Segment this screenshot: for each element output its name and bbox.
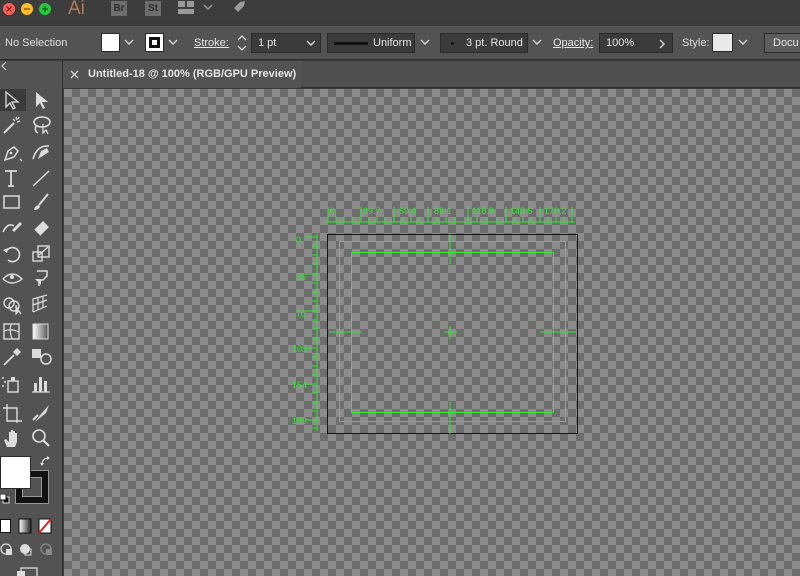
opacity-field[interactable]: 100%	[599, 33, 673, 53]
width-tool-icon[interactable]	[0, 267, 26, 289]
stroke-weight-chevron-icon[interactable]	[306, 40, 316, 48]
ruler-top-label: 59.4	[399, 206, 417, 216]
ruler-left-label: 154	[292, 380, 307, 390]
document-tab-bar: Untitled-18 @ 100% (RGB/GPU Preview)	[63, 61, 800, 88]
mesh-tool-icon[interactable]	[0, 320, 26, 342]
stroke-weight-stepper-icon[interactable]	[235, 32, 249, 54]
center-marks	[329, 234, 576, 434]
opacity-panel-link[interactable]: Opacity:	[553, 26, 593, 60]
fill-swatch[interactable]	[101, 33, 120, 52]
color-mode-button[interactable]	[0, 519, 11, 533]
left-ruler: 0 35 70 105 154 189	[292, 234, 318, 431]
close-window-icon[interactable]	[3, 3, 15, 15]
selection-tool-icon[interactable]	[0, 89, 26, 111]
stroke-weight-value: 1 pt	[258, 37, 277, 49]
opacity-arrow-icon[interactable]	[659, 39, 667, 49]
rotate-tool-icon[interactable]	[0, 243, 26, 265]
lasso-tool-icon[interactable]	[29, 114, 55, 136]
style-label: Style:	[682, 37, 710, 49]
stock-badge[interactable]: St	[145, 1, 161, 16]
ruler-top-label: 118.8	[472, 206, 494, 216]
eyedropper-tool-icon[interactable]	[0, 345, 26, 367]
gpu-performance-icon[interactable]	[228, 0, 248, 21]
swap-fill-stroke-icon[interactable]	[40, 456, 52, 468]
ruler-left-label: 35	[296, 272, 306, 282]
gradient-tool-icon[interactable]	[29, 320, 55, 342]
stroke-weight-field[interactable]: 1 pt	[251, 33, 321, 53]
ruler-top-label: 29.7	[363, 206, 381, 216]
document-tab[interactable]: Untitled-18 @ 100% (RGB/GPU Preview)	[63, 61, 301, 88]
maximize-window-icon[interactable]	[39, 3, 51, 15]
document-setup-button[interactable]: Docu	[764, 33, 800, 53]
curvature-tool-icon[interactable]	[29, 141, 55, 163]
ruler-top-label: 148.5	[510, 206, 533, 216]
artboard-tool-icon[interactable]	[0, 402, 26, 424]
none-mode-icon[interactable]	[38, 518, 52, 534]
shaper-tool-icon[interactable]	[0, 216, 26, 238]
fill-color-box[interactable]	[0, 456, 31, 489]
ruler-left-label: 189	[292, 416, 307, 426]
column-graph-tool-icon[interactable]	[29, 373, 55, 395]
pen-tool-icon[interactable]	[0, 141, 26, 163]
document-tab-title: Untitled-18 @ 100% (RGB/GPU Preview)	[88, 68, 297, 80]
direct-selection-tool-icon[interactable]	[29, 89, 55, 111]
shape-builder-tool-icon[interactable]	[0, 293, 26, 315]
artwork: 0 29.7 59.4 89.1 118.8 148.5 178.2 0 35 …	[292, 206, 578, 434]
bridge-badge[interactable]: Br	[111, 1, 127, 16]
slice-tool-icon[interactable]	[29, 402, 55, 424]
center-crosshair	[444, 326, 457, 339]
profile-dropdown-chevron-icon[interactable]	[418, 33, 432, 53]
line-segment-tool-icon[interactable]	[29, 167, 55, 189]
brush-value: 3 pt. Round	[466, 37, 523, 49]
scale-tool-icon[interactable]	[29, 243, 55, 265]
stroke-panel-link[interactable]: Stroke:	[194, 26, 229, 60]
type-tool-icon[interactable]	[0, 167, 26, 189]
magic-wand-tool-icon[interactable]	[0, 114, 26, 136]
draw-behind-icon[interactable]	[19, 543, 33, 557]
brush-definition-field[interactable]: 3 pt. Round	[440, 33, 528, 53]
fill-dropdown-chevron-icon[interactable]	[122, 33, 136, 53]
collapse-panel-icon[interactable]	[0, 61, 63, 71]
stroke-swatch[interactable]	[145, 33, 164, 52]
draw-normal-icon[interactable]	[0, 543, 14, 557]
brush-dropdown-chevron-icon[interactable]	[530, 33, 544, 53]
minimize-window-icon[interactable]	[21, 3, 33, 15]
perspective-grid-tool-icon[interactable]	[29, 293, 55, 315]
app-logo: Ai	[68, 0, 85, 19]
draw-inside-icon[interactable]	[40, 543, 54, 557]
canvas[interactable]: 0 29.7 59.4 89.1 118.8 148.5 178.2 0 35 …	[64, 89, 800, 576]
title-bar: Ai Br St	[0, 0, 800, 22]
change-screen-mode-icon[interactable]	[15, 566, 39, 576]
ruler-left-label: 70	[296, 309, 306, 319]
rectangle-tool-icon[interactable]	[0, 191, 26, 213]
opacity-value: 100%	[606, 37, 635, 49]
style-dropdown-chevron-icon[interactable]	[736, 33, 750, 53]
artboard-border	[327, 234, 578, 434]
stroke-swatch-chevron-icon[interactable]	[166, 33, 180, 53]
selection-status: No Selection	[5, 37, 68, 49]
control-bar: No Selection Stroke: 1 pt Uniform 3 pt. …	[0, 26, 800, 60]
free-transform-tool-icon[interactable]	[29, 267, 55, 289]
gradient-mode-icon[interactable]	[18, 518, 32, 534]
ruler-top-label: 0	[330, 206, 335, 216]
zoom-tool-icon[interactable]	[29, 427, 55, 449]
top-ruler: 0 29.7 59.4 89.1 118.8 148.5 178.2	[326, 206, 575, 223]
ruler-top-label: 89.1	[434, 206, 452, 216]
eraser-tool-icon[interactable]	[29, 216, 55, 238]
graphic-style-swatch[interactable]	[712, 33, 733, 52]
default-fill-stroke-icon[interactable]	[0, 494, 10, 504]
workspace-layout-icon[interactable]	[178, 0, 214, 19]
tools-panel	[0, 61, 63, 576]
blend-tool-icon[interactable]	[29, 345, 55, 367]
close-document-icon[interactable]	[70, 70, 79, 79]
paintbrush-tool-icon[interactable]	[29, 191, 55, 213]
variable-width-profile-field[interactable]: Uniform	[327, 33, 415, 53]
profile-value: Uniform	[373, 37, 412, 49]
ruler-top-label: 178.2	[544, 206, 567, 216]
symbol-sprayer-tool-icon[interactable]	[0, 373, 26, 395]
ruler-left-label: 0	[296, 235, 301, 245]
hand-tool-icon[interactable]	[0, 427, 26, 449]
ruler-left-label: 105	[292, 344, 307, 354]
